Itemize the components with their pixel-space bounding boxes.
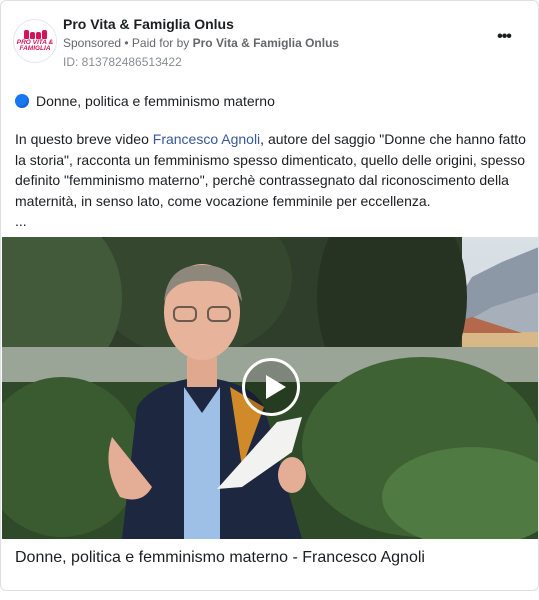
post-body: In questo breve video Francesco Agnoli, … bbox=[15, 129, 530, 211]
see-more-ellipsis[interactable]: ... bbox=[15, 213, 27, 229]
author-mention-link[interactable]: Francesco Agnoli bbox=[153, 131, 260, 147]
avatar-logo-text: PRO VITA & FAMIGLIA bbox=[16, 39, 54, 52]
video-player[interactable] bbox=[2, 237, 538, 539]
ad-id: ID: 813782486513422 bbox=[63, 55, 182, 69]
post-title: Donne, politica e femminismo materno bbox=[36, 93, 275, 109]
post-title-line: Donne, politica e femminismo materno bbox=[15, 93, 275, 109]
more-options-button[interactable]: ••• bbox=[492, 29, 516, 45]
sponsored-line: Sponsored • Paid for by Pro Vita & Famig… bbox=[63, 36, 339, 50]
more-horizontal-icon: ••• bbox=[497, 28, 512, 45]
paid-for-by: Pro Vita & Famiglia Onlus bbox=[192, 36, 340, 50]
video-caption[interactable]: Donne, politica e femminismo materno - F… bbox=[15, 549, 425, 567]
family-logo-icon bbox=[23, 30, 47, 39]
sponsored-label: Sponsored bbox=[63, 36, 122, 50]
page-avatar[interactable]: PRO VITA & FAMIGLIA bbox=[13, 19, 57, 63]
paid-for-prefix: Paid for by bbox=[131, 36, 193, 50]
separator: • bbox=[121, 36, 132, 50]
play-icon[interactable] bbox=[242, 358, 300, 416]
body-text-start: In questo breve video bbox=[15, 131, 153, 147]
blue-circle-icon bbox=[15, 94, 29, 108]
post-header: PRO VITA & FAMIGLIA Pro Vita & Famiglia … bbox=[13, 11, 528, 75]
page-name[interactable]: Pro Vita & Famiglia Onlus bbox=[63, 16, 234, 32]
ad-card: PRO VITA & FAMIGLIA Pro Vita & Famiglia … bbox=[0, 0, 539, 591]
